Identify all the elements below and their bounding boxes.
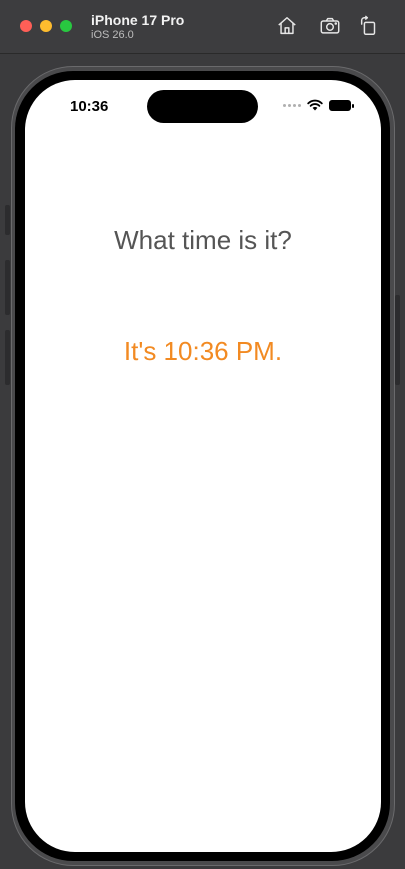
screenshot-button[interactable]	[318, 14, 342, 38]
camera-icon	[320, 17, 340, 34]
minimize-window-button[interactable]	[40, 20, 52, 32]
wifi-icon	[307, 99, 323, 111]
rotate-button[interactable]	[357, 14, 381, 38]
answer-label: It's 10:36 PM.	[123, 336, 283, 366]
device-screen[interactable]: 10:36 What time is it? It's 10:36 PM.	[25, 80, 381, 852]
question-label: What time is it?	[114, 225, 292, 255]
volume-up-button	[5, 260, 10, 315]
device-name: iPhone 17 Pro	[91, 12, 185, 28]
action-button	[5, 205, 10, 235]
cellular-signal-icon	[283, 103, 301, 107]
home-icon	[278, 17, 296, 35]
dynamic-island	[147, 90, 258, 123]
close-window-button[interactable]	[20, 20, 32, 32]
device-os-version: iOS 26.0	[91, 29, 134, 41]
simulator-window: iPhone 17 Pro iOS 26.0 10:36 What time i…	[0, 0, 405, 869]
volume-down-button	[5, 330, 10, 385]
rotate-icon	[360, 15, 376, 35]
side-power-button	[395, 295, 400, 385]
title-bar: iPhone 17 Pro iOS 26.0	[0, 0, 405, 54]
home-button[interactable]	[275, 14, 299, 38]
zoom-window-button[interactable]	[60, 20, 72, 32]
status-bar-time: 10:36	[70, 98, 109, 115]
status-bar-icons	[283, 99, 354, 111]
battery-icon	[329, 99, 354, 111]
